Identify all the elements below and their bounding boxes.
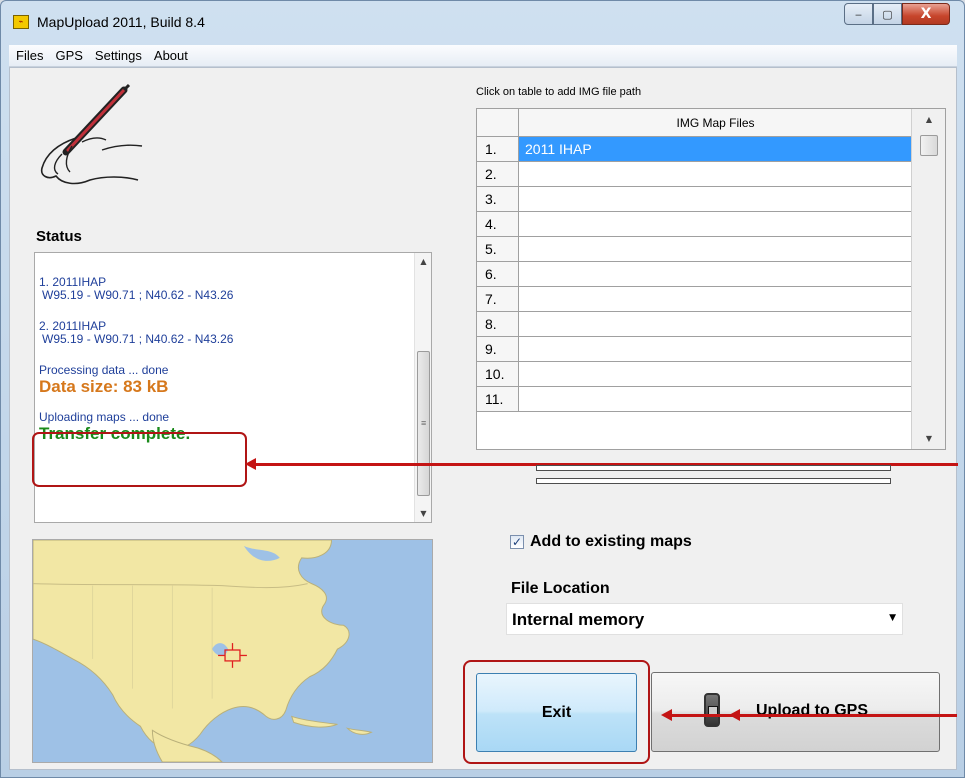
scroll-down-icon[interactable]: ▼ — [912, 434, 945, 443]
minimize-button[interactable]: ‒ — [844, 3, 873, 25]
menu-bar: Files GPS Settings About — [9, 45, 957, 67]
maximize-button[interactable]: ▢ — [873, 3, 902, 25]
annotation-arrow-icon — [245, 458, 256, 470]
table-row[interactable]: 10. — [477, 362, 912, 387]
annotation-callout — [32, 432, 247, 487]
file-progress-bar — [536, 478, 891, 484]
processing-status: Processing data ... done — [39, 363, 169, 377]
table-cell[interactable] — [519, 287, 912, 311]
upload-to-gps-button[interactable]: Upload to GPS — [651, 672, 940, 752]
table-row[interactable]: 5. — [477, 237, 912, 262]
app-window: ⌁ MapUpload 2011, Build 8.4 ‒ ▢ X Files … — [0, 0, 965, 778]
table-body: 1. 2011 IHAP 2. 3. 4. 5. 6. 7. 8. 9. 10. … — [477, 137, 912, 412]
row-number: 4. — [477, 212, 519, 236]
gps-device-icon — [704, 693, 720, 727]
row-number: 6. — [477, 262, 519, 286]
window-title: MapUpload 2011, Build 8.4 — [37, 14, 205, 30]
table-row[interactable]: 7. — [477, 287, 912, 312]
row-number: 9. — [477, 337, 519, 361]
menu-settings[interactable]: Settings — [90, 48, 147, 63]
table-cell[interactable] — [519, 162, 912, 186]
file-location-value: Internal memory — [512, 610, 645, 629]
table-cell[interactable] — [519, 387, 912, 411]
status-entry-coords: W95.19 - W90.71 ; N40.62 - N43.26 — [42, 288, 234, 302]
add-to-existing-option[interactable]: ✓ Add to existing maps — [510, 533, 692, 551]
table-row[interactable]: 6. — [477, 262, 912, 287]
annotation-arrow-line — [671, 714, 957, 717]
add-to-existing-checkbox[interactable]: ✓ — [510, 535, 524, 549]
file-location-select[interactable]: Internal memory ▼ — [506, 603, 903, 635]
window-controls: ‒ ▢ X — [844, 3, 950, 27]
table-cell[interactable] — [519, 212, 912, 236]
table-row[interactable]: 9. — [477, 337, 912, 362]
status-heading: Status — [36, 228, 82, 245]
table-row[interactable]: 1. 2011 IHAP — [477, 137, 912, 162]
table-corner — [477, 109, 519, 137]
table-row[interactable]: 3. — [477, 187, 912, 212]
row-number: 2. — [477, 162, 519, 186]
row-number: 8. — [477, 312, 519, 336]
status-entry-coords: W95.19 - W90.71 ; N40.62 - N43.26 — [42, 332, 234, 346]
row-number: 5. — [477, 237, 519, 261]
table-cell[interactable] — [519, 362, 912, 386]
annotation-arrow-icon — [661, 709, 672, 721]
row-number: 1. — [477, 137, 519, 161]
main-panel: Status 1. 2011IHAP W95.19 - W90.71 ; N40… — [9, 67, 958, 770]
annotation-arrow-icon — [729, 709, 740, 721]
menu-about[interactable]: About — [149, 48, 193, 63]
data-size: Data size: 83 kB — [39, 377, 169, 396]
table-scrollbar[interactable]: ▲ ▼ — [911, 109, 945, 449]
table-caption: Click on table to add IMG file path — [476, 86, 642, 98]
scroll-up-icon[interactable]: ▲ — [912, 115, 945, 124]
row-number: 10. — [477, 362, 519, 386]
title-bar[interactable]: ⌁ MapUpload 2011, Build 8.4 ‒ ▢ X — [1, 1, 964, 43]
scroll-down-icon[interactable]: ▼ — [415, 509, 432, 518]
file-location-label: File Location — [511, 580, 610, 597]
table-cell[interactable] — [519, 337, 912, 361]
menu-gps[interactable]: GPS — [50, 48, 87, 63]
scroll-thumb[interactable] — [920, 135, 938, 156]
annotation-callout — [463, 660, 650, 764]
table-cell[interactable] — [519, 187, 912, 211]
table-cell[interactable] — [519, 237, 912, 261]
upload-button-label: Upload to GPS — [756, 702, 868, 719]
hand-pen-icon — [40, 83, 143, 185]
table-row[interactable]: 2. — [477, 162, 912, 187]
table-row[interactable]: 8. — [477, 312, 912, 337]
chevron-down-icon[interactable]: ▼ — [889, 613, 896, 623]
uploading-status: Uploading maps ... done — [39, 410, 170, 424]
map-preview[interactable] — [32, 539, 433, 763]
row-number: 7. — [477, 287, 519, 311]
table-row[interactable]: 4. — [477, 212, 912, 237]
add-to-existing-label[interactable]: Add to existing maps — [530, 533, 692, 551]
row-number: 3. — [477, 187, 519, 211]
scroll-up-icon[interactable]: ▲ — [415, 257, 432, 266]
table-row[interactable]: 11. — [477, 387, 912, 412]
close-button[interactable]: X — [902, 3, 950, 25]
table-cell[interactable] — [519, 262, 912, 286]
column-header-img-files[interactable]: IMG Map Files — [519, 109, 912, 137]
upload-progress-bar — [536, 465, 891, 471]
app-icon: ⌁ — [13, 15, 29, 29]
table-header: IMG Map Files — [477, 109, 912, 137]
table-cell[interactable]: 2011 IHAP — [519, 137, 912, 161]
row-number: 11. — [477, 387, 519, 411]
scroll-thumb[interactable]: ≡ — [417, 351, 430, 496]
status-scrollbar[interactable]: ▲ ≡ ▼ — [414, 253, 431, 522]
menu-files[interactable]: Files — [11, 48, 48, 63]
img-files-table[interactable]: IMG Map Files 1. 2011 IHAP 2. 3. 4. 5. 6.… — [476, 108, 946, 450]
table-cell[interactable] — [519, 312, 912, 336]
status-log-content: 1. 2011IHAP W95.19 - W90.71 ; N40.62 - N… — [39, 276, 233, 444]
